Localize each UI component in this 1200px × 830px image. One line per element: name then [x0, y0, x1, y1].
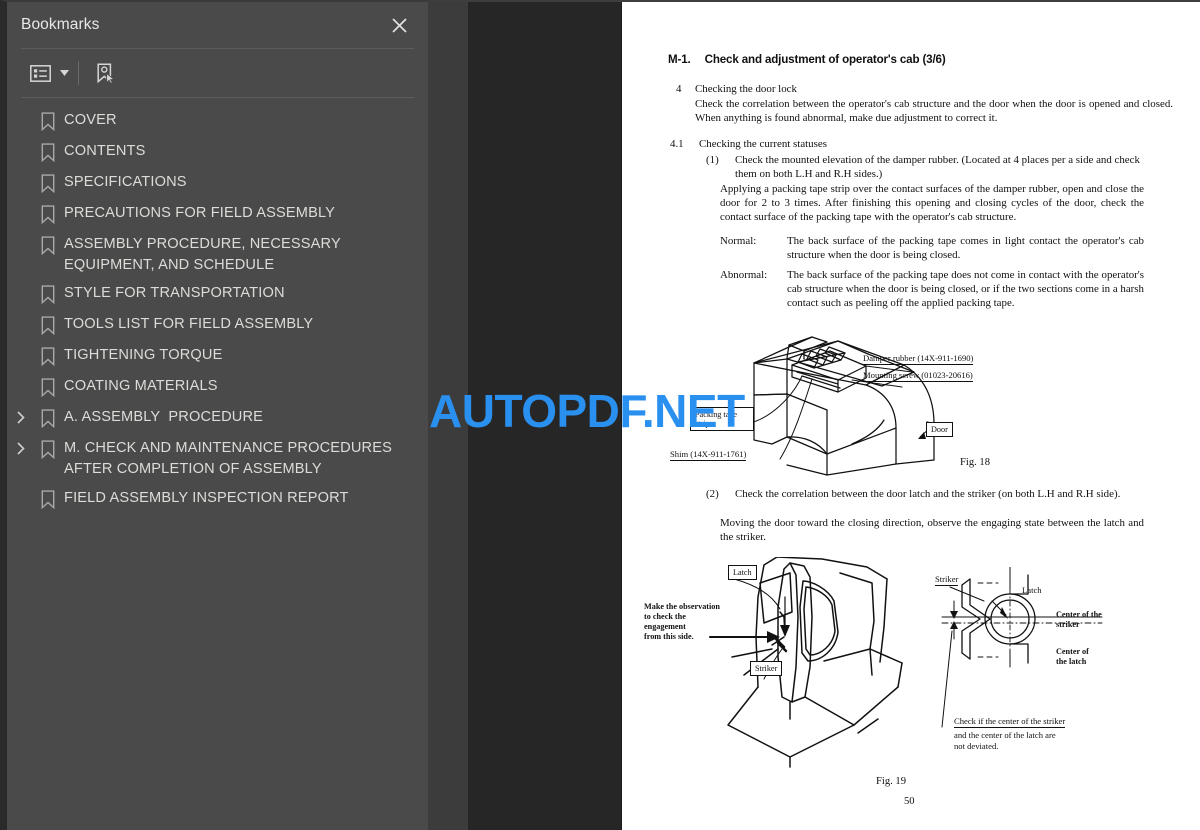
figure-19-label-striker-left: Striker: [750, 661, 783, 676]
chevron-right-icon[interactable]: [7, 438, 35, 456]
item-2-marker: (2): [706, 488, 719, 500]
abnormal-text: The back surface of the packing tape doe…: [787, 269, 1144, 310]
bookmarks-panel: Bookmarks COVER CONTENTS SPECIFICATIONS …: [0, 0, 428, 830]
chevron-down-icon[interactable]: [57, 58, 71, 88]
bookmark-icon: [35, 172, 61, 193]
bookmark-icon: [35, 283, 61, 305]
figure-18-label-damper-rubber: Damper rubber (14X-911-1690): [863, 353, 974, 366]
figure-19-cab-drawing: [709, 557, 903, 768]
figure-19-label-center-of-latch: Center of the latch: [1056, 647, 1089, 666]
bookmark-icon: [35, 110, 61, 131]
figure-19-check-note-rest: and the center of the latch are not devi…: [954, 730, 1056, 751]
page-title-number: M-1.: [668, 53, 691, 66]
figure-18-label-door: Door: [926, 422, 953, 437]
page-content: M-1. Check and adjustment of operator's c…: [622, 2, 1200, 830]
bookmark-list-options-icon[interactable]: [23, 58, 57, 88]
bookmarks-toolbar: [7, 49, 428, 97]
bookmark-item-style-for-transportation[interactable]: STYLE FOR TRANSPORTATION: [7, 279, 428, 310]
bookmark-item-a-assembly-procedure[interactable]: A. ASSEMBLY PROCEDURE: [7, 403, 428, 434]
section-4-heading: Checking the door lock: [695, 83, 797, 95]
document-page: M-1. Check and adjustment of operator's c…: [621, 2, 1200, 830]
bookmark-item-coating-materials[interactable]: COATING MATERIALS: [7, 372, 428, 403]
bookmark-label: TOOLS LIST FOR FIELD ASSEMBLY: [64, 316, 314, 333]
page-title-text: Check and adjustment of operator's cab (…: [704, 53, 946, 66]
bookmark-label: SPECIFICATIONS: [64, 174, 187, 190]
bookmark-item-contents[interactable]: CONTENTS: [7, 137, 428, 168]
bookmark-icon: [35, 141, 61, 162]
bookmark-label: M. CHECK AND MAINTENANCE PROCEDURES AFTE…: [64, 440, 396, 478]
pdf-viewer-window: Bookmarks COVER CONTENTS SPECIFICATIONS …: [0, 0, 1200, 830]
bookmark-label: PRECAUTIONS FOR FIELD ASSEMBLY: [64, 205, 336, 221]
bookmark-item-specifications[interactable]: SPECIFICATIONS: [7, 168, 428, 199]
panel-title: Bookmarks: [21, 16, 100, 33]
section-4-marker: 4: [676, 83, 682, 95]
bookmark-item-assembly-procedure-equipment[interactable]: ASSEMBLY PROCEDURE, NECESSARY EQUIPMENT,…: [7, 230, 428, 279]
toolbar-separator: [78, 61, 79, 85]
chevron-right-icon[interactable]: [7, 407, 35, 425]
page-title: M-1. Check and adjustment of operator's c…: [668, 53, 946, 66]
item-2-paragraph: Moving the door toward the closing direc…: [720, 517, 1144, 544]
bookmark-icon: [35, 407, 61, 429]
abnormal-label: Abnormal:: [720, 269, 768, 281]
viewer-gutter: [428, 2, 468, 830]
item-1-text: Check the mounted elevation of the dampe…: [735, 154, 1140, 181]
bookmark-label: FIELD ASSEMBLY INSPECTION REPORT: [64, 489, 349, 506]
bookmark-icon: [35, 488, 61, 509]
bookmark-item-m-check-and-maintenance[interactable]: M. CHECK AND MAINTENANCE PROCEDURES AFTE…: [7, 434, 428, 483]
figure-19-label-striker-right: Striker: [935, 574, 959, 587]
section-41-heading: Checking the current statuses: [699, 138, 827, 150]
figure-18-label-packing-tape-strip: Packing tape strip: [690, 407, 754, 432]
bookmark-icon: [35, 314, 61, 336]
bookmark-icon: [35, 203, 61, 224]
page-number: 50: [904, 796, 915, 807]
figure-18-label-mounting-screw: Mounting screw (01023-20616): [863, 370, 973, 383]
figure-19-label-latch-left: Latch: [728, 565, 757, 580]
bookmarks-list[interactable]: COVER CONTENTS SPECIFICATIONS PRECAUTION…: [7, 98, 428, 830]
bookmarks-panel-header: Bookmarks: [7, 2, 428, 48]
bookmark-label: CONTENTS: [64, 143, 146, 159]
bookmark-icon: [35, 376, 61, 398]
figure-19-check-note-underlined: Check if the center of the striker: [954, 716, 1066, 729]
bookmark-label: TIGHTENING TORQUE: [64, 347, 223, 364]
bookmark-label: A. ASSEMBLY PROCEDURE: [64, 409, 264, 426]
section-41-marker: 4.1: [670, 138, 684, 150]
item-1-paragraph: Applying a packing tape strip over the c…: [720, 183, 1144, 224]
normal-label: Normal:: [720, 235, 757, 247]
bookmark-label: COATING MATERIALS: [64, 378, 218, 395]
figure-19-caption: Fig. 19: [876, 776, 907, 787]
bookmark-item-precautions[interactable]: PRECAUTIONS FOR FIELD ASSEMBLY: [7, 199, 428, 230]
item-1-marker: (1): [706, 154, 719, 166]
normal-text: The back surface of the packing tape com…: [787, 235, 1144, 262]
bookmark-icon: [35, 234, 61, 255]
bookmark-icon: [35, 438, 61, 460]
figure-19-label-latch-right: Latch: [1022, 585, 1042, 595]
bookmark-label: STYLE FOR TRANSPORTATION: [64, 285, 285, 302]
close-icon[interactable]: [388, 14, 410, 36]
bookmark-label: COVER: [64, 112, 117, 128]
section-4-body: Check the correlation between the operat…: [695, 98, 1173, 125]
bookmark-label: ASSEMBLY PROCEDURE, NECESSARY EQUIPMENT,…: [64, 236, 345, 273]
item-2-text: Check the correlation between the door l…: [735, 488, 1121, 500]
figure-18-label-shim: Shim (14X-911-1761): [670, 449, 747, 462]
new-bookmark-icon[interactable]: [88, 58, 122, 88]
bookmark-item-tools-list[interactable]: TOOLS LIST FOR FIELD ASSEMBLY: [7, 310, 428, 341]
figure-19-label-center-of-striker: Center of the striker: [1056, 610, 1102, 629]
figure-18-caption: Fig. 18: [960, 457, 991, 468]
figure-19-label-observation-note: Make the observation to check the engage…: [644, 602, 720, 641]
bookmark-item-cover[interactable]: COVER: [7, 106, 428, 137]
bookmark-icon: [35, 345, 61, 367]
bookmark-item-tightening-torque[interactable]: TIGHTENING TORQUE: [7, 341, 428, 372]
bookmark-item-field-assembly-inspection-report[interactable]: FIELD ASSEMBLY INSPECTION REPORT: [7, 484, 428, 515]
